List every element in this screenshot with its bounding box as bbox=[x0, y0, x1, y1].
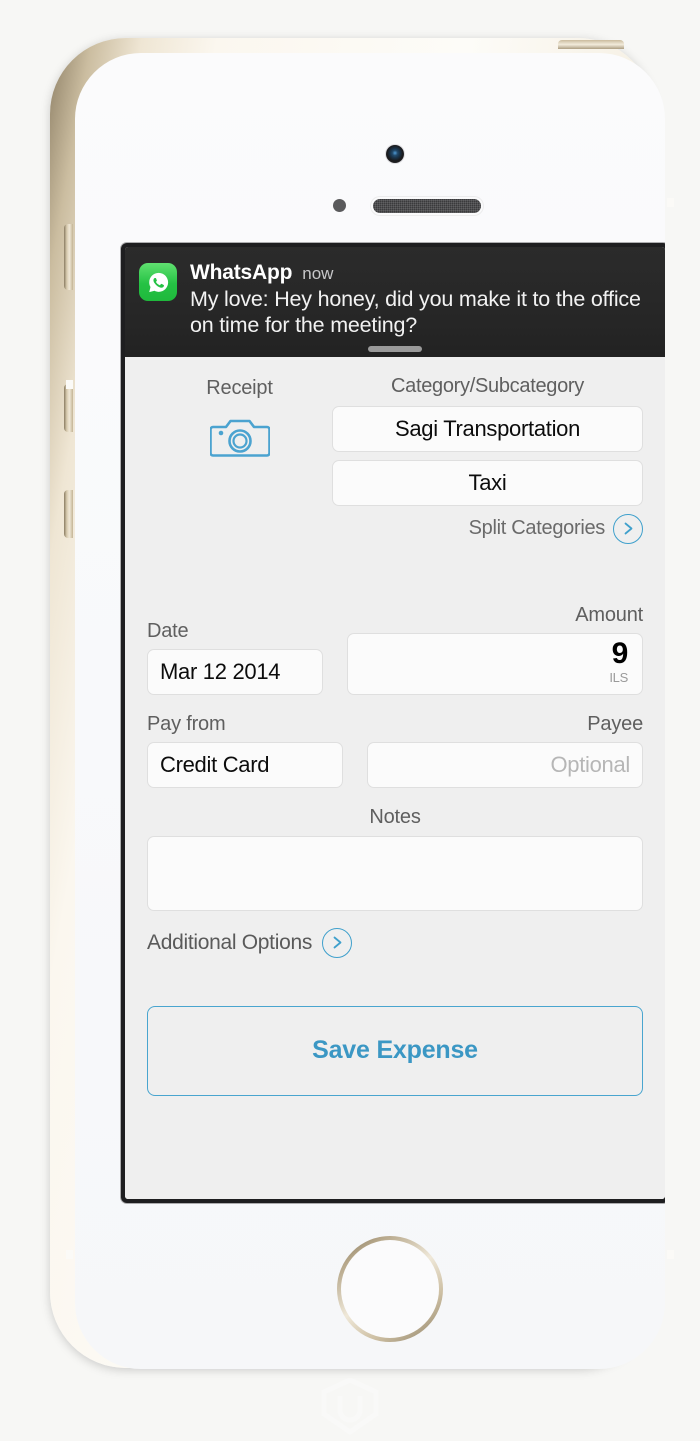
date-field[interactable]: Mar 12 2014 bbox=[147, 648, 323, 695]
notes-field[interactable] bbox=[147, 835, 643, 911]
notification-banner[interactable]: WhatsApp now My love: Hey honey, did you… bbox=[125, 247, 665, 357]
additional-options-label: Additional Options bbox=[147, 930, 313, 954]
split-categories-label: Split Categories bbox=[468, 517, 606, 540]
volume-down-button[interactable] bbox=[64, 490, 73, 538]
phone-front-panel: WhatsApp now My love: Hey honey, did you… bbox=[75, 53, 665, 1369]
notification-app-name: WhatsApp bbox=[190, 261, 293, 284]
pay-from-section: Pay from Credit Card bbox=[147, 713, 343, 788]
payfrom-payee-row: Pay from Credit Card Payee Optional bbox=[147, 713, 643, 788]
antenna-band-left-top bbox=[66, 380, 73, 389]
iphone-device: WhatsApp now My love: Hey honey, did you… bbox=[32, 30, 674, 1375]
whatsapp-icon bbox=[139, 263, 177, 301]
additional-options-button[interactable]: Additional Options bbox=[147, 927, 643, 958]
chevron-right-circle-icon bbox=[613, 513, 643, 544]
notification-header: WhatsApp now bbox=[190, 261, 651, 285]
notes-label: Notes bbox=[369, 805, 421, 828]
notification-time: now bbox=[302, 264, 334, 283]
date-amount-row: Date Mar 12 2014 Amount 9 ILS bbox=[147, 604, 643, 695]
receipt-section: Receipt bbox=[147, 375, 332, 544]
category-section: Category/Subcategory Sagi Transportation… bbox=[332, 375, 643, 544]
category-label: Category/Subcategory bbox=[390, 374, 584, 397]
antenna-band-right-top bbox=[667, 198, 674, 207]
notification-message: My love: Hey honey, did you make it to t… bbox=[190, 287, 641, 338]
phone-screen: WhatsApp now My love: Hey honey, did you… bbox=[121, 243, 665, 1203]
camera-icon bbox=[209, 419, 270, 457]
home-button-icon[interactable] bbox=[337, 1236, 443, 1342]
pay-from-label: Pay from bbox=[147, 712, 226, 735]
receipt-category-row: Receipt Category/Subcategory Sagi Transp… bbox=[147, 375, 643, 544]
amount-field[interactable]: 9 ILS bbox=[347, 632, 643, 695]
subcategory-field[interactable]: Taxi bbox=[332, 459, 643, 506]
antenna-band-right-bottom bbox=[667, 1250, 674, 1259]
amount-value: 9 bbox=[611, 636, 629, 670]
pay-from-field[interactable]: Credit Card bbox=[147, 741, 343, 788]
front-camera-icon bbox=[386, 145, 404, 163]
home-button-inner bbox=[341, 1240, 439, 1338]
amount-currency: ILS bbox=[609, 669, 628, 685]
split-categories-button[interactable]: Split Categories bbox=[332, 513, 643, 544]
volume-up-button[interactable] bbox=[64, 384, 73, 432]
expense-form: Receipt Category/Subcategory Sagi Transp… bbox=[125, 356, 665, 1199]
antenna-band-left-bottom bbox=[66, 1250, 73, 1259]
proximity-sensor-icon bbox=[333, 199, 346, 212]
power-button[interactable] bbox=[558, 40, 624, 49]
save-expense-button[interactable]: Save Expense bbox=[147, 1005, 643, 1096]
amount-section: Amount 9 ILS bbox=[347, 604, 643, 695]
receipt-camera-button[interactable] bbox=[147, 415, 332, 460]
payee-section: Payee Optional bbox=[367, 713, 643, 788]
notification-row: WhatsApp now My love: Hey honey, did you… bbox=[139, 261, 651, 339]
mute-switch-button[interactable] bbox=[64, 224, 73, 290]
phone-metal-frame: WhatsApp now My love: Hey honey, did you… bbox=[50, 38, 674, 1369]
payee-field[interactable]: Optional bbox=[367, 741, 643, 788]
receipt-label: Receipt bbox=[206, 376, 273, 399]
payee-label: Payee bbox=[587, 712, 643, 735]
category-field[interactable]: Sagi Transportation bbox=[332, 405, 643, 452]
notification-text: WhatsApp now My love: Hey honey, did you… bbox=[190, 261, 651, 339]
date-section: Date Mar 12 2014 bbox=[147, 620, 323, 695]
chevron-right-circle-icon bbox=[322, 927, 353, 958]
amount-label: Amount bbox=[575, 603, 643, 626]
screen-content: WhatsApp now My love: Hey honey, did you… bbox=[125, 247, 665, 1199]
date-label: Date bbox=[147, 619, 189, 642]
watermark bbox=[318, 1377, 382, 1436]
earpiece-speaker-icon bbox=[373, 199, 481, 213]
notification-grabber[interactable] bbox=[368, 345, 422, 352]
